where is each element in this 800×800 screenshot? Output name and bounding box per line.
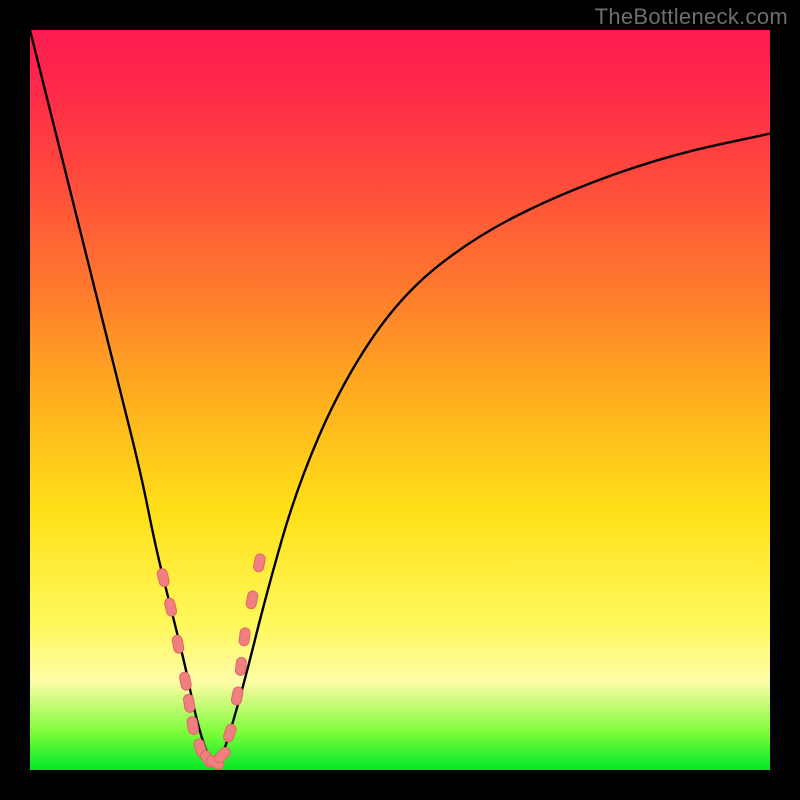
highlight-marker — [253, 553, 266, 573]
highlight-marker — [171, 634, 184, 654]
highlight-marker — [231, 686, 244, 706]
highlight-marker — [183, 694, 196, 713]
highlight-marker — [222, 723, 237, 743]
highlight-marker — [235, 657, 247, 676]
curve-path-group — [30, 30, 770, 761]
watermark-text: TheBottleneck.com — [595, 4, 788, 30]
highlight-marker — [164, 597, 178, 617]
highlight-marker — [156, 568, 170, 588]
chart-frame: TheBottleneck.com — [0, 0, 800, 800]
highlight-marker — [179, 671, 192, 691]
plot-area — [30, 30, 770, 770]
chart-svg — [30, 30, 770, 770]
bottleneck-curve — [30, 30, 770, 761]
highlight-marker — [245, 590, 258, 610]
highlight-marker — [239, 627, 251, 646]
